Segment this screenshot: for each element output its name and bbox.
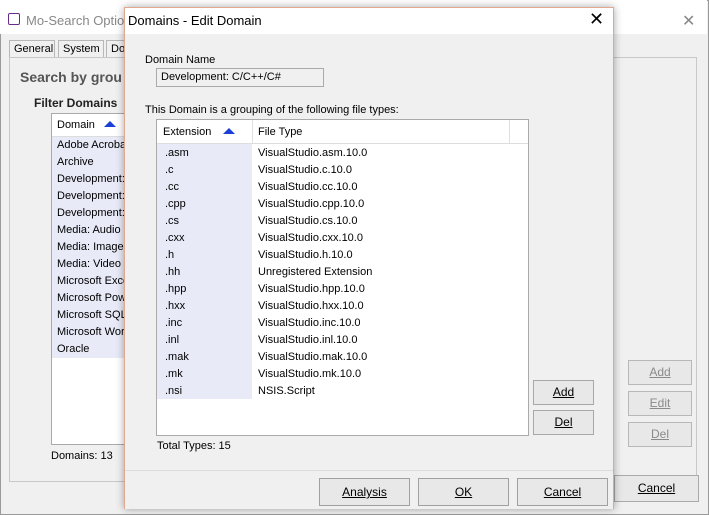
file-type-column-header[interactable]: File Type [258,126,302,138]
background-close-icon[interactable]: ✕ [682,11,695,31]
domain-list-item[interactable]: Media: Video [52,256,128,273]
bg-add-button-label: Add [649,365,671,379]
bg-del-button-label: Del [650,427,669,441]
extension-column-header[interactable]: Extension [163,126,211,138]
analysis-button[interactable]: Analysis [319,478,410,506]
extension-cell[interactable]: .hh [165,266,180,278]
file-types-label: This Domain is a grouping of the followi… [145,104,399,116]
extension-cell[interactable]: .mk [165,368,183,380]
domain-list-item[interactable]: Microsoft Pow [52,290,128,307]
domain-list-item[interactable]: Development: [52,171,128,188]
dialog-title: Domains - Edit Domain [128,13,262,28]
domain-name-label: Domain Name [145,54,216,66]
file-type-cell[interactable]: VisualStudio.inc.10.0 [258,317,361,329]
tab-general[interactable]: General [9,40,55,58]
extension-cell[interactable]: .asm [165,147,189,159]
total-types: Total Types: 15 [157,440,231,452]
extension-cell[interactable]: .cs [165,215,179,227]
cancel-button-label: Cancel [543,485,582,499]
extension-cell[interactable]: .cc [165,181,179,193]
extension-cell[interactable]: .hpp [165,283,186,295]
column-divider[interactable] [252,120,253,143]
bg-edit-button-label: Edit [649,396,671,410]
domain-list-item[interactable]: Adobe Acroba [52,137,128,154]
extension-cell[interactable]: .c [165,164,174,176]
sort-ascending-icon [223,128,235,134]
file-type-cell[interactable]: VisualStudio.mak.10.0 [258,351,367,363]
domain-list-item[interactable]: Oracle [52,341,128,358]
domain-list-item[interactable]: Development: [52,188,128,205]
ok-button-label: OK [454,485,473,499]
file-type-cell[interactable]: VisualStudio.inl.10.0 [258,334,357,346]
file-type-cell[interactable]: VisualStudio.h.10.0 [258,249,353,261]
file-type-cell[interactable]: VisualStudio.asm.10.0 [258,147,367,159]
extension-cell[interactable]: .cxx [165,232,185,244]
column-divider[interactable] [509,120,510,143]
app-icon [8,13,20,25]
file-type-cell[interactable]: VisualStudio.cc.10.0 [258,181,357,193]
domain-list-item[interactable]: Media: Audio [52,222,128,239]
domain-list-item[interactable]: Development: [52,205,128,222]
tab-domains[interactable]: Dom [106,40,134,58]
file-type-cell[interactable]: VisualStudio.cpp.10.0 [258,198,364,210]
bg-edit-button[interactable]: Edit [628,391,692,416]
extension-cell[interactable]: .h [165,249,174,261]
cancel-button[interactable]: Cancel [517,478,608,506]
ok-button[interactable]: OK [418,478,509,506]
file-type-cell[interactable]: VisualStudio.cxx.10.0 [258,232,363,244]
file-type-cell[interactable]: VisualStudio.mk.10.0 [258,368,361,380]
file-type-cell[interactable]: Unregistered Extension [258,266,372,278]
extension-cell[interactable]: .mak [165,351,189,363]
extension-cell[interactable]: .inc [165,317,182,329]
extension-cell[interactable]: .cpp [165,198,186,210]
extension-cell[interactable]: .nsi [165,385,182,397]
extension-cell[interactable]: .inl [165,334,179,346]
dialog-close-icon[interactable]: ✕ [589,9,604,29]
del-button-label: Del [554,415,573,429]
del-button[interactable]: Del [533,410,594,435]
analysis-button-label: Analysis [342,485,387,499]
domain-list-item[interactable]: Media: Image [52,239,128,256]
filter-domains-label: Filter Domains [34,96,118,110]
file-type-cell[interactable]: VisualStudio.hxx.10.0 [258,300,364,312]
file-types-header [157,120,528,144]
file-type-cell[interactable]: VisualStudio.hpp.10.0 [258,283,365,295]
background-window-title: Mo-Search Options [26,13,138,28]
domain-list-item[interactable]: Microsoft SQL [52,307,128,324]
domain-list-item[interactable]: Archive [52,154,128,171]
background-heading: Search by grou [20,69,122,85]
domain-list-item[interactable]: Microsoft Wor [52,324,128,341]
domain-column-header[interactable]: Domain [57,119,95,131]
domain-count: Domains: 13 [51,450,113,462]
file-type-cell[interactable]: NSIS.Script [258,385,315,397]
extension-cell[interactable]: .hxx [165,300,185,312]
domain-name-field[interactable]: Development: C/C++/C# [156,68,324,87]
add-button[interactable]: Add [533,380,594,405]
sort-ascending-icon [104,121,116,127]
bg-cancel-button[interactable]: Cancel [614,475,699,502]
file-type-cell[interactable]: VisualStudio.c.10.0 [258,164,352,176]
file-type-cell[interactable]: VisualStudio.cs.10.0 [258,215,357,227]
tab-system[interactable]: System [58,40,104,58]
bg-del-button[interactable]: Del [628,422,692,447]
bg-cancel-button-label: Cancel [637,481,676,495]
bg-add-button[interactable]: Add [628,360,692,385]
domain-list-item[interactable]: Microsoft Exce [52,273,128,290]
add-button-label: Add [552,385,575,399]
